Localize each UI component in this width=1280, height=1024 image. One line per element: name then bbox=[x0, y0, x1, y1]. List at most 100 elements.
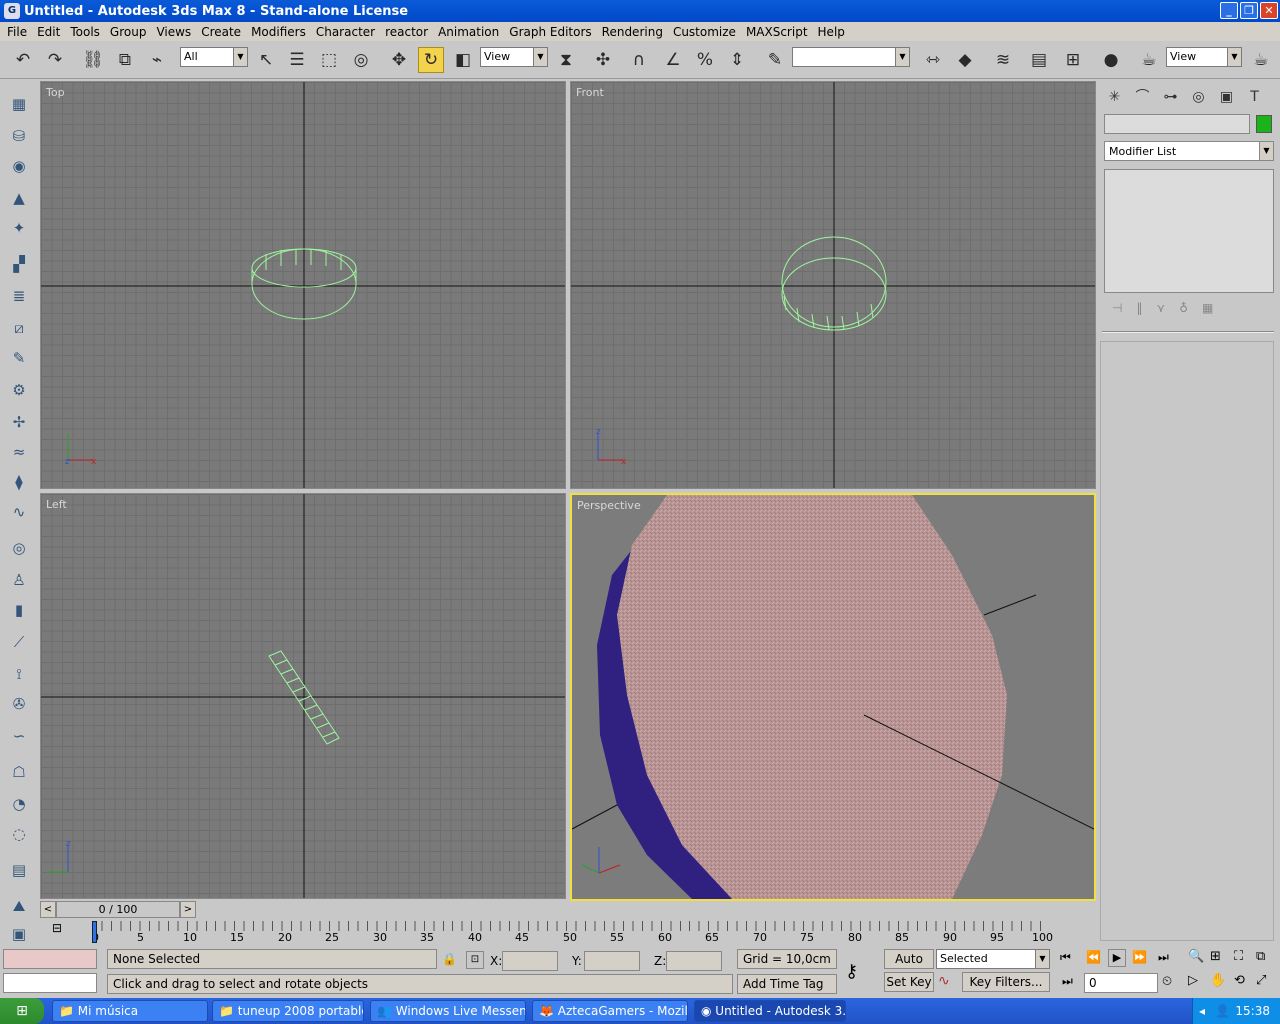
cloth-icon[interactable]: ☖ bbox=[6, 759, 32, 785]
mesh-icon[interactable]: ◔ bbox=[6, 791, 32, 817]
next-frame-icon[interactable]: ⏩ bbox=[1132, 950, 1147, 964]
unlink-icon[interactable]: ⧉ bbox=[112, 47, 138, 73]
curve-editor-icon[interactable]: ▤ bbox=[1026, 47, 1052, 73]
start-button[interactable]: ⊞ bbox=[0, 998, 44, 1024]
viewport-label-perspective[interactable]: Perspective bbox=[577, 499, 641, 512]
angle-snap-icon[interactable]: ∠ bbox=[660, 47, 686, 73]
tape-icon[interactable]: ⧄ bbox=[6, 315, 32, 341]
current-frame-field[interactable]: 0 bbox=[1084, 973, 1158, 993]
add-time-tag-button[interactable]: Add Time Tag bbox=[737, 974, 837, 994]
arc-rotate-icon[interactable]: ⟲ bbox=[1234, 973, 1245, 988]
taskbar-item-tuneup[interactable]: 📁 tuneup 2008 portable bbox=[212, 1000, 364, 1022]
x-coordinate-field[interactable] bbox=[502, 951, 558, 971]
menu-create[interactable]: Create bbox=[196, 25, 246, 39]
field-of-view-icon[interactable]: ▷ bbox=[1188, 973, 1198, 988]
spinner-snap-icon[interactable]: ⇕ bbox=[724, 47, 750, 73]
quick-render-icon[interactable]: ☕ bbox=[1248, 47, 1274, 73]
rope-icon[interactable]: ∽ bbox=[6, 723, 32, 749]
menu-customize[interactable]: Customize bbox=[668, 25, 741, 39]
named-selection-sets-dropdown[interactable]: ▼ bbox=[792, 47, 910, 67]
select-object-icon[interactable]: ↖ bbox=[253, 47, 279, 73]
bone-icon[interactable]: ▮ bbox=[6, 597, 32, 623]
menu-maxscript[interactable]: MAXScript bbox=[741, 25, 813, 39]
key-mode-toggle-icon[interactable]: ⏭ bbox=[1062, 974, 1073, 989]
messenger-tray-icon[interactable]: 👤 bbox=[1205, 998, 1230, 1024]
taskbar-item-firefox[interactable]: 🦊 AztecaGamers - Mozill... bbox=[532, 1000, 688, 1022]
key-filters-button[interactable]: Key Filters... bbox=[962, 972, 1050, 992]
play-icon[interactable]: ▶ bbox=[1108, 949, 1126, 967]
move-icon[interactable]: ✥ bbox=[386, 47, 412, 73]
star-icon[interactable]: ✦ bbox=[6, 215, 32, 241]
zoom-all-icon[interactable]: ⊞ bbox=[1210, 949, 1221, 964]
taskbar-item-3dsmax[interactable]: ◉ Untitled - Autodesk 3... bbox=[694, 1000, 846, 1022]
menu-help[interactable]: Help bbox=[813, 25, 850, 39]
render-view-dropdown[interactable]: View ▼ bbox=[1166, 47, 1242, 67]
modify-tab-icon[interactable]: ⌒ bbox=[1130, 85, 1155, 109]
tray-arrow-icon[interactable]: ◂ bbox=[1193, 998, 1205, 1024]
prev-frame-arrow[interactable]: < bbox=[40, 901, 56, 918]
close-button[interactable]: ✕ bbox=[1260, 2, 1278, 19]
key-mode-dropdown[interactable]: Selected ▼ bbox=[936, 949, 1050, 969]
material-editor-icon[interactable]: ● bbox=[1098, 47, 1124, 73]
viewport-front[interactable]: Front x z bbox=[570, 81, 1096, 489]
cylinder-icon[interactable]: ⛁ bbox=[6, 123, 32, 149]
wave-icon[interactable]: ∿ bbox=[6, 499, 32, 525]
maxscript-input-mini[interactable] bbox=[3, 973, 97, 993]
pin-stack-icon[interactable]: ⊣ bbox=[1112, 301, 1122, 321]
absolute-mode-icon[interactable]: ⊡ bbox=[466, 951, 484, 969]
reference-coordinate-dropdown[interactable]: View ▼ bbox=[480, 47, 548, 67]
time-slider[interactable]: 0 / 100 bbox=[56, 901, 180, 918]
bind-space-warp-icon[interactable]: ⌁ bbox=[144, 47, 170, 73]
reactor-icon[interactable]: ✇ bbox=[6, 691, 32, 717]
cone-icon[interactable]: ▲ bbox=[6, 185, 32, 211]
undo-icon[interactable]: ↶ bbox=[10, 47, 36, 73]
menu-graph-editors[interactable]: Graph Editors bbox=[504, 25, 596, 39]
helper-icon[interactable]: ✢ bbox=[6, 409, 32, 435]
motion-tab-icon[interactable]: ◎ bbox=[1186, 85, 1211, 109]
pan-hand-icon[interactable]: ✋ bbox=[1210, 973, 1226, 988]
remove-modifier-icon[interactable]: ♁ bbox=[1179, 301, 1188, 321]
set-key-button[interactable]: Set Key bbox=[884, 972, 934, 992]
pivot-center-icon[interactable]: ⧗ bbox=[553, 47, 579, 73]
select-manipulate-icon[interactable]: ✣ bbox=[590, 47, 616, 73]
menu-file[interactable]: File bbox=[2, 25, 32, 39]
zoom-extents-icon[interactable]: ⛶ bbox=[1234, 949, 1243, 964]
go-to-start-icon[interactable]: ⏮ bbox=[1060, 950, 1071, 965]
zoom-extents-all-icon[interactable]: ⧉ bbox=[1256, 949, 1265, 964]
spring-icon[interactable]: ≣ bbox=[6, 283, 32, 309]
z-coordinate-field[interactable] bbox=[666, 951, 722, 971]
percent-snap-icon[interactable]: % bbox=[692, 47, 718, 73]
constraint-icon[interactable]: ⟟ bbox=[6, 661, 32, 687]
show-end-result-icon[interactable]: ‖ bbox=[1136, 301, 1142, 321]
default-in-out-tangent-icon[interactable]: ∿ bbox=[938, 973, 950, 989]
menu-tools[interactable]: Tools bbox=[65, 25, 105, 39]
box-icon[interactable]: ▦ bbox=[6, 91, 32, 117]
lock-selection-icon[interactable]: 🔒 bbox=[442, 952, 457, 966]
taskbar-item-messenger[interactable]: 👥 Windows Live Messen... bbox=[370, 1000, 526, 1022]
rotate-icon[interactable]: ↻ bbox=[418, 47, 444, 73]
selection-filter-dropdown[interactable]: All ▼ bbox=[180, 47, 248, 67]
menu-edit[interactable]: Edit bbox=[32, 25, 65, 39]
hierarchy-tab-icon[interactable]: ⊶ bbox=[1158, 85, 1183, 109]
track-bar[interactable]: ⊟ 0 5 10 15 20 25 30 35 40 45 50 55 60 6… bbox=[40, 919, 1098, 945]
previous-frame-icon[interactable]: ⏪ bbox=[1086, 950, 1101, 964]
menu-character[interactable]: Character bbox=[311, 25, 380, 39]
maximize-viewport-icon[interactable]: ⤢ bbox=[1256, 973, 1266, 988]
next-frame-arrow[interactable]: > bbox=[180, 901, 196, 918]
go-to-end-icon[interactable]: ⏭ bbox=[1158, 950, 1169, 965]
viewport-perspective[interactable]: Perspective bbox=[570, 493, 1096, 901]
soft-body-icon[interactable]: ◌ bbox=[6, 821, 32, 847]
modifier-list-dropdown[interactable]: Modifier List ▼ bbox=[1104, 141, 1274, 161]
wind-icon[interactable]: ≈ bbox=[6, 439, 32, 465]
layer-manager-icon[interactable]: ≋ bbox=[990, 47, 1016, 73]
make-unique-icon[interactable]: ⋎ bbox=[1156, 301, 1165, 321]
menu-rendering[interactable]: Rendering bbox=[597, 25, 668, 39]
menu-reactor[interactable]: reactor bbox=[380, 25, 433, 39]
mirror-icon[interactable]: ⇿ bbox=[920, 47, 946, 73]
taskbar-item-mi-musica[interactable]: 📁 Mi música bbox=[52, 1000, 208, 1022]
ik-icon[interactable]: ⟋ bbox=[6, 629, 32, 655]
menu-animation[interactable]: Animation bbox=[433, 25, 504, 39]
gear-icon[interactable]: ⚙ bbox=[6, 377, 32, 403]
viewport-left[interactable]: Left z bbox=[40, 493, 566, 899]
redo-icon[interactable]: ↷ bbox=[42, 47, 68, 73]
